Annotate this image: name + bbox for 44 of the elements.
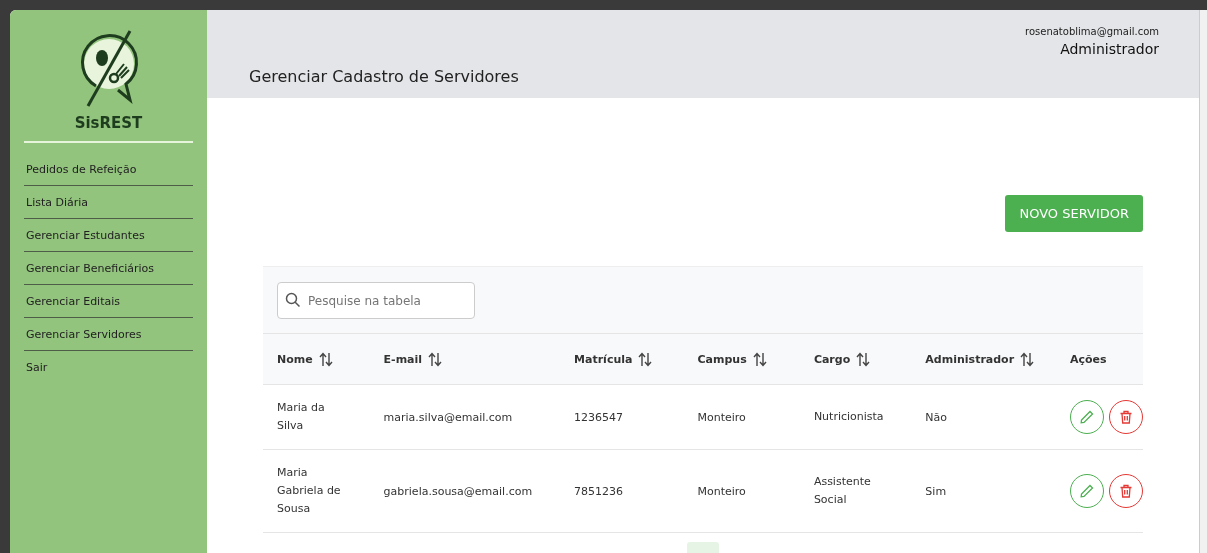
sidebar-item[interactable]: Gerenciar Servidores: [24, 318, 193, 351]
table-cell: maria.silva@email.com: [383, 410, 513, 424]
column-header[interactable]: Nome: [277, 352, 313, 366]
delete-button[interactable]: [1109, 400, 1143, 434]
sidebar-item[interactable]: Gerenciar Estudantes: [24, 219, 193, 252]
table-cell: 1236547: [574, 410, 624, 424]
sort-icon[interactable]: [428, 351, 443, 367]
column-header[interactable]: E-mail: [383, 352, 423, 366]
sort-icon[interactable]: [638, 351, 653, 367]
column-header[interactable]: Campus: [697, 352, 747, 366]
sort-icon[interactable]: [752, 351, 767, 367]
page-title: Gerenciar Cadastro de Servidores: [249, 67, 519, 88]
user-role: Administrador: [1060, 41, 1159, 57]
sidebar-item[interactable]: Lista Diária: [24, 186, 193, 219]
column-header[interactable]: Ações: [1070, 352, 1107, 366]
table-cell: gabriela.sousa@email.com: [383, 484, 533, 498]
table-cell: Monteiro: [697, 484, 746, 498]
sidebar-item[interactable]: Sair: [24, 351, 193, 383]
sort-icon[interactable]: [856, 351, 871, 367]
column-header[interactable]: Cargo: [813, 352, 851, 366]
app-name: SisREST: [73, 114, 144, 132]
table-cell-text: Assistente Social: [813, 474, 872, 508]
table-cell: 7851236: [574, 484, 624, 498]
sidebar-item[interactable]: Gerenciar Editais: [24, 285, 193, 318]
table-cell-text: Maria da Silva: [277, 400, 326, 434]
table-cell: Monteiro: [697, 410, 746, 424]
delete-button[interactable]: [1109, 474, 1143, 508]
sidebar-item[interactable]: Pedidos de Refeição: [24, 153, 193, 186]
sort-icon[interactable]: [318, 351, 333, 367]
table-cell-text: Maria Gabriela de Sousa: [277, 465, 342, 517]
table-cell: Não: [925, 410, 948, 424]
table-cell: Sim: [925, 484, 947, 498]
scrollbar[interactable]: [1199, 10, 1207, 553]
sort-icon[interactable]: [1020, 351, 1035, 367]
trash-icon: [1119, 410, 1133, 424]
column-header[interactable]: Administrador: [925, 352, 1015, 366]
column-header[interactable]: Matrícula: [574, 352, 633, 366]
search-field[interactable]: Pesquise na tabela: [277, 282, 475, 319]
trash-icon: [1119, 484, 1133, 498]
table-cell-text: Nutricionista: [813, 409, 884, 425]
pencil-icon: [1080, 484, 1094, 498]
pencil-icon: [1080, 410, 1094, 424]
sidebar-item[interactable]: Gerenciar Beneficiários: [24, 252, 193, 285]
user-email: rosenatoblima@gmail.com: [1025, 26, 1159, 37]
